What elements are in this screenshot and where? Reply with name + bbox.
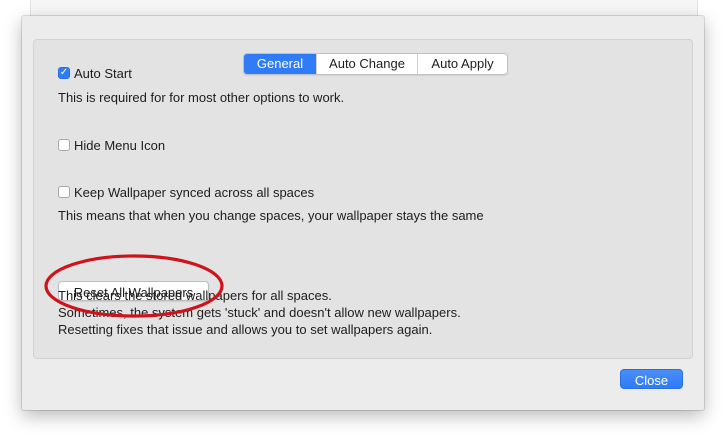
keep-synced-row[interactable]: Keep Wallpaper synced across all spaces <box>58 183 314 201</box>
auto-start-label: Auto Start <box>74 65 132 81</box>
auto-start-note: This is required for for most other opti… <box>58 90 345 105</box>
tab-general[interactable]: General <box>244 54 316 74</box>
keep-synced-note: This means that when you change spaces, … <box>58 208 484 223</box>
tab-auto-change[interactable]: Auto Change <box>316 54 417 74</box>
tab-bar: General Auto Change Auto Apply <box>243 53 508 75</box>
keep-synced-label: Keep Wallpaper synced across all spaces <box>74 184 315 200</box>
close-button[interactable]: Close <box>620 369 683 389</box>
keep-synced-checkbox[interactable] <box>58 186 70 198</box>
tab-auto-apply[interactable]: Auto Apply <box>417 54 507 74</box>
auto-start-row[interactable]: ✓ Auto Start <box>58 64 132 82</box>
tab-content-panel: ✓ Auto Start This is required for for mo… <box>33 39 693 359</box>
preferences-window: ✓ Auto Start This is required for for mo… <box>22 16 704 410</box>
auto-start-checkbox[interactable]: ✓ <box>58 67 70 79</box>
hide-menu-icon-label: Hide Menu Icon <box>74 137 166 153</box>
hide-menu-icon-row[interactable]: Hide Menu Icon <box>58 136 165 154</box>
hide-menu-icon-checkbox[interactable] <box>58 139 70 151</box>
red-circle-annotation <box>44 254 224 318</box>
checkmark-icon: ✓ <box>59 67 69 78</box>
reset-note-3: Resetting fixes that issue and allows yo… <box>58 322 433 337</box>
